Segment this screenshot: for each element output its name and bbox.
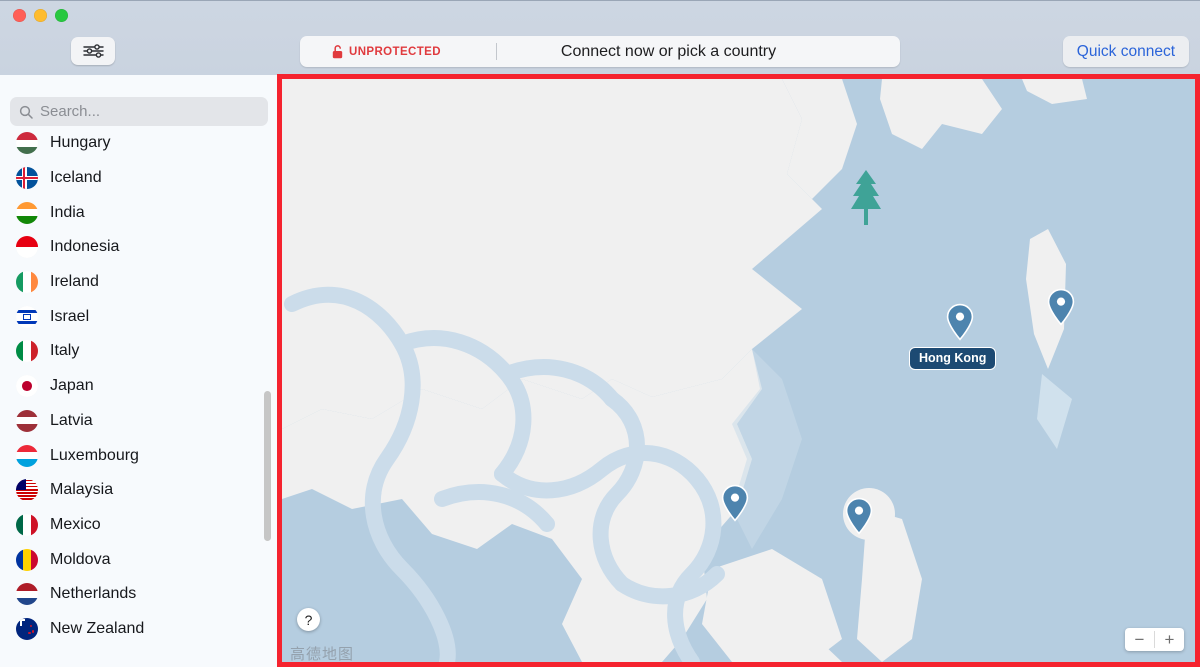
map-zoom-in-button[interactable]: +: [1155, 628, 1184, 651]
country-list-item[interactable]: Italy: [0, 334, 278, 369]
flag-icon: [16, 132, 38, 155]
country-name-label: Japan: [50, 377, 94, 395]
country-list-item[interactable]: Iceland: [0, 161, 278, 196]
country-name-label: Ireland: [50, 273, 99, 291]
map-zoom-out-button[interactable]: −: [1125, 628, 1154, 651]
country-name-label: Hungary: [50, 134, 111, 152]
search-input[interactable]: [40, 103, 255, 120]
country-name-label: Luxembourg: [50, 446, 139, 464]
country-name-label: India: [50, 203, 85, 221]
sliders-icon: [82, 44, 104, 58]
quick-connect-button[interactable]: Quick connect: [1062, 36, 1189, 67]
vpn-app-window: UNPROTECTED Connect now or pick a countr…: [0, 0, 1200, 667]
country-name-label: Moldova: [50, 550, 111, 568]
unlocked-lock-icon: [332, 44, 343, 58]
country-name-label: New Zealand: [50, 619, 145, 637]
flag-icon: [16, 271, 38, 294]
country-name-label: Iceland: [50, 169, 102, 187]
window-traffic-lights: [13, 9, 68, 22]
country-name-label: Latvia: [50, 411, 93, 429]
country-name-label: Mexico: [50, 515, 101, 533]
title-bar: UNPROTECTED Connect now or pick a countr…: [0, 0, 1200, 667]
country-name-label: Indonesia: [50, 238, 120, 256]
connection-status-bar[interactable]: UNPROTECTED Connect now or pick a countr…: [300, 36, 900, 67]
unprotected-label: UNPROTECTED: [349, 45, 441, 58]
flag-icon: [16, 583, 38, 606]
map-pin-label[interactable]: Hong Kong: [909, 347, 997, 370]
map-geometry: [282, 79, 1195, 662]
map-zoom-controls: − +: [1125, 628, 1184, 651]
country-name-label: Malaysia: [50, 481, 114, 499]
country-list-item[interactable]: Latvia: [0, 404, 278, 439]
map-pin[interactable]: [945, 303, 975, 341]
map-pin[interactable]: [720, 484, 750, 522]
country-list-item[interactable]: Luxembourg: [0, 438, 278, 473]
sidebar: Hungary Iceland India Indonesia Ireland …: [0, 75, 278, 667]
map-attribution: 高德地图: [290, 645, 355, 662]
map-pin[interactable]: [844, 497, 874, 535]
map-help-button[interactable]: ?: [297, 608, 320, 631]
connect-prompt-text: Connect now or pick a country: [560, 42, 777, 60]
country-name-label: Netherlands: [50, 585, 137, 603]
minimize-button[interactable]: [34, 9, 47, 22]
country-list-item[interactable]: Japan: [0, 369, 278, 404]
country-list-item[interactable]: Israel: [0, 299, 278, 334]
map-pin[interactable]: [1046, 288, 1076, 326]
country-list-item[interactable]: New Zealand: [0, 612, 278, 647]
search-icon: [19, 105, 33, 119]
country-list-item[interactable]: Malaysia: [0, 473, 278, 508]
flag-icon: [16, 548, 38, 571]
close-button[interactable]: [13, 9, 26, 22]
unprotected-status: UNPROTECTED: [332, 44, 492, 59]
flag-icon: [16, 479, 38, 502]
flag-icon: [16, 444, 38, 467]
country-list-item[interactable]: Moldova: [0, 542, 278, 577]
country-name-label: Italy: [50, 342, 80, 360]
flag-icon: [16, 513, 38, 536]
country-list-item[interactable]: Hungary: [0, 126, 278, 161]
flag-icon: [16, 305, 38, 328]
country-list[interactable]: Hungary Iceland India Indonesia Ireland …: [0, 126, 278, 667]
flag-icon: [16, 340, 38, 363]
country-list-item[interactable]: Indonesia: [0, 230, 278, 265]
country-list-item[interactable]: Ireland: [0, 265, 278, 300]
sidebar-scrollbar[interactable]: [264, 126, 272, 667]
country-list-item[interactable]: Mexico: [0, 508, 278, 543]
sidebar-scrollbar-thumb[interactable]: [264, 391, 271, 541]
search-box[interactable]: [10, 97, 268, 126]
country-name-label: Israel: [50, 307, 90, 325]
flag-icon: [16, 201, 38, 224]
map-canvas[interactable]: ? 高德地图 − + Hong Kong: [282, 79, 1195, 662]
flag-icon: [16, 236, 38, 259]
country-list-item[interactable]: Netherlands: [0, 577, 278, 612]
country-list-item[interactable]: India: [0, 195, 278, 230]
maximize-button[interactable]: [55, 9, 68, 22]
flag-icon: [16, 375, 38, 398]
settings-button[interactable]: [71, 37, 115, 65]
flag-icon: [16, 167, 38, 190]
flag-icon: [16, 617, 38, 640]
map-highlight-frame: ? 高德地图 − + Hong Kong: [277, 74, 1200, 667]
flag-icon: [16, 409, 38, 432]
